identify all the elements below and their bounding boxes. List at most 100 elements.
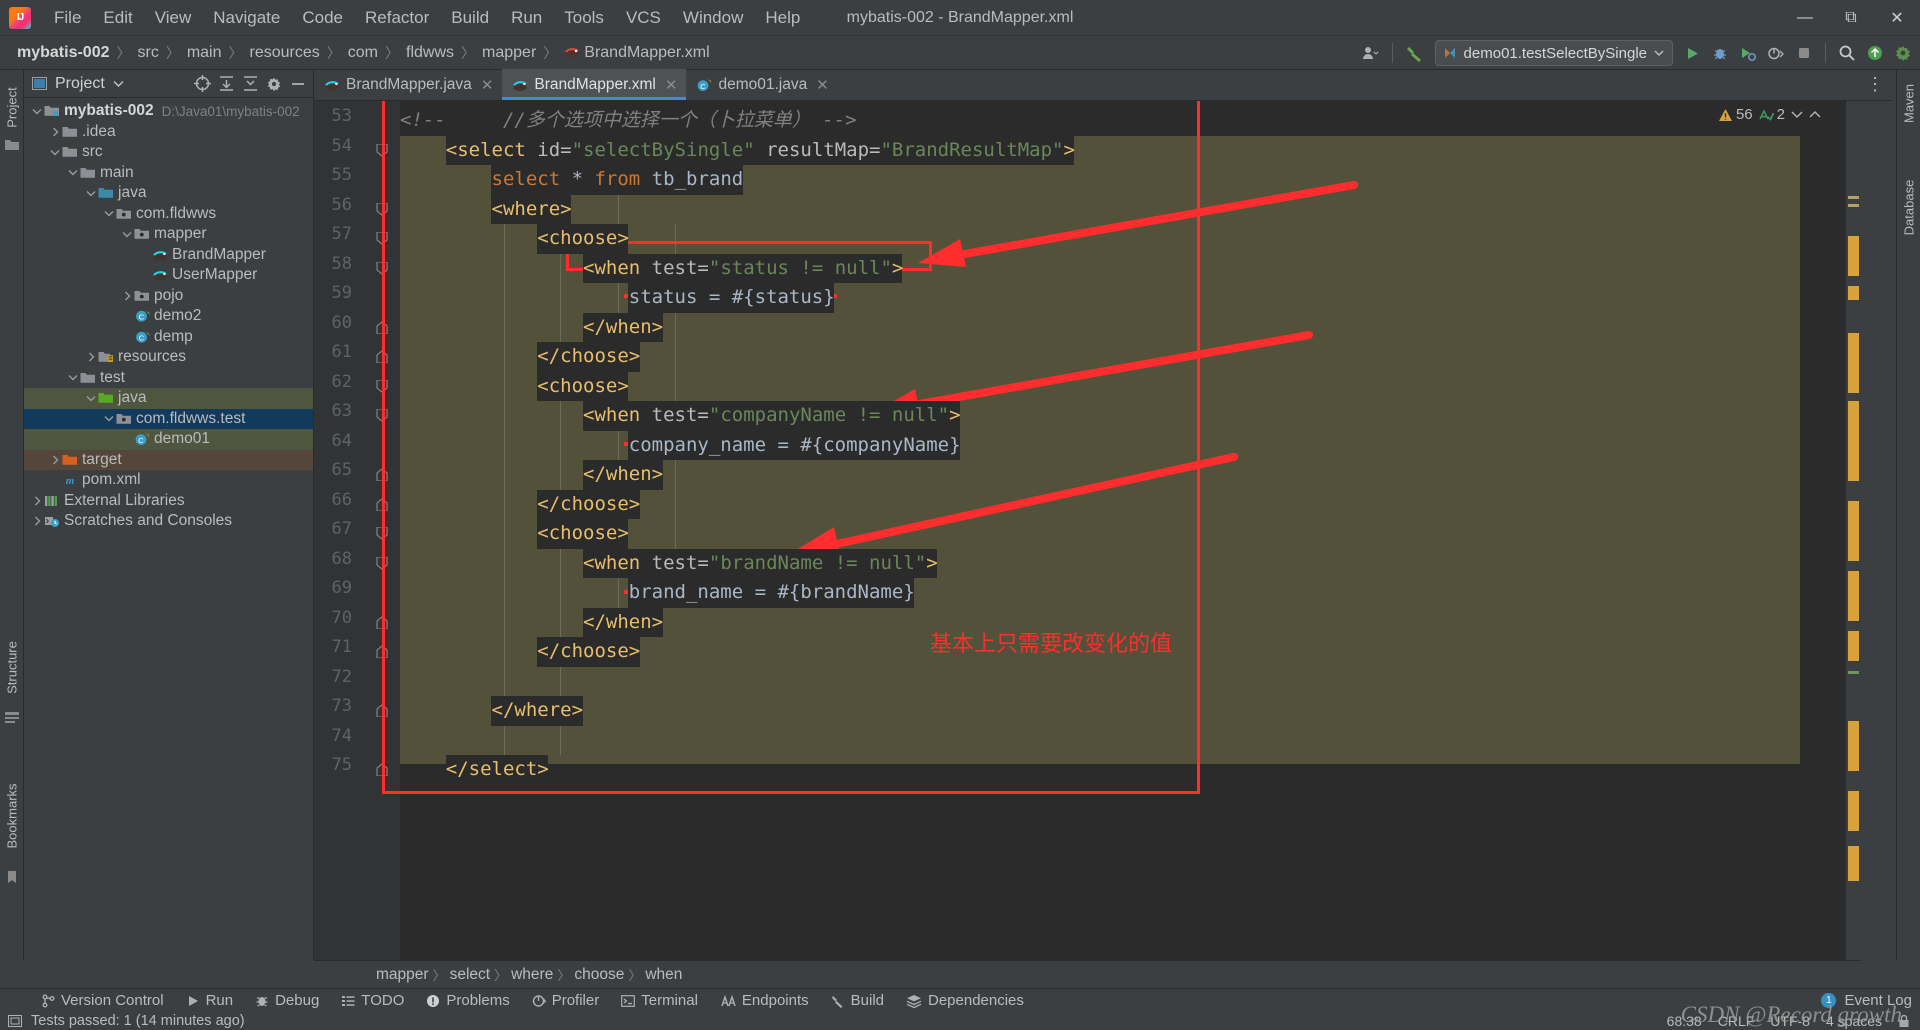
tree-node-demo01[interactable]: Cdemo01 [24, 429, 313, 450]
maximize-button[interactable]: ⧉ [1828, 0, 1874, 36]
chevron-down-icon[interactable] [30, 104, 44, 118]
fold-collapse-icon[interactable] [376, 320, 388, 335]
tool-window-button-dependencies[interactable]: Dependencies [895, 990, 1035, 1012]
bookmark-icon[interactable] [4, 870, 20, 884]
user-account-icon[interactable] [1358, 40, 1384, 66]
gear-icon[interactable] [265, 75, 283, 93]
code-line[interactable]: </select> [400, 755, 549, 785]
menu-item-build[interactable]: Build [440, 5, 500, 31]
marker[interactable] [1848, 196, 1859, 199]
tree-node--idea[interactable]: .idea [24, 122, 313, 143]
editor-tab-demo01-java[interactable]: Cdemo01.java ✕ [686, 69, 837, 100]
marker[interactable] [1848, 721, 1859, 771]
chevron-right-icon[interactable] [48, 453, 62, 467]
menu-item-edit[interactable]: Edit [92, 5, 143, 31]
code-line[interactable]: <where> [400, 195, 572, 225]
fold-expand-icon[interactable] [376, 142, 388, 157]
editor-breadcrumb-select[interactable]: select [446, 966, 495, 984]
tool-window-button-run[interactable]: Run [175, 990, 245, 1012]
code-line[interactable]: </when> [400, 608, 663, 638]
editor-tab-brandmapper-xml[interactable]: BrandMapper.xml ✕ [502, 69, 687, 100]
breadcrumb-item-resources[interactable]: resources [245, 42, 325, 64]
tool-window-button-todo[interactable]: TODO [330, 990, 415, 1012]
code-line[interactable]: <select id="selectBySingle" resultMap="B… [400, 136, 1075, 166]
select-opened-file-button[interactable] [193, 75, 211, 93]
marker[interactable] [1848, 671, 1859, 674]
tree-node-mybatis-002[interactable]: mybatis-002 D:\Java01\mybatis-002 [24, 101, 313, 122]
tree-node-scratches-and-consoles[interactable]: Scratches and Consoles [24, 511, 313, 532]
editor-breadcrumb-choose[interactable]: choose [570, 966, 628, 984]
editor-breadcrumb-when[interactable]: when [641, 966, 686, 984]
editor-breadcrumb-mapper[interactable]: mapper [372, 966, 433, 984]
menu-item-navigate[interactable]: Navigate [202, 5, 291, 31]
editor-tab-brandmapper-java[interactable]: BrandMapper.java ✕ [314, 69, 502, 100]
chevron-right-icon[interactable] [30, 494, 44, 508]
code-line[interactable]: <when test="status != null"> [400, 254, 903, 284]
marker[interactable] [1848, 236, 1859, 276]
menu-item-file[interactable]: File [43, 5, 92, 31]
chevron-down-icon[interactable] [84, 186, 98, 200]
code-line[interactable]: </choose> [400, 637, 640, 667]
tree-node-java[interactable]: java [24, 183, 313, 204]
marker[interactable] [1848, 401, 1859, 481]
menu-item-vcs[interactable]: VCS [615, 5, 672, 31]
menu-item-window[interactable]: Window [672, 5, 754, 31]
fold-expand-icon[interactable] [376, 260, 388, 275]
hammer-build-icon[interactable] [1401, 40, 1429, 66]
debug-button[interactable] [1707, 40, 1733, 66]
code-line[interactable]: select * from tb_brand [400, 165, 744, 195]
tree-node-pojo[interactable]: pojo [24, 286, 313, 307]
code-line[interactable]: <choose> [400, 224, 629, 254]
code-line[interactable]: status = #{status} [400, 283, 835, 313]
tool-window-button-endpoints[interactable]: Endpoints [709, 990, 820, 1012]
code-line[interactable]: <when test="companyName != null"> [400, 401, 961, 431]
tree-node-resources[interactable]: resources [24, 347, 313, 368]
breadcrumb-item-fldwws[interactable]: fldwws [401, 42, 459, 64]
code-line[interactable]: brand_name = #{brandName} [400, 578, 915, 608]
project-folder-icon[interactable] [4, 138, 20, 152]
editor-code-area[interactable]: <!-- //多个选项中选择一个（卜拉菜单） --> <select id="s… [400, 101, 1800, 960]
editor-breadcrumb-where[interactable]: where [507, 966, 557, 984]
fold-expand-icon[interactable] [376, 231, 388, 245]
tool-window-button-debug[interactable]: Debug [244, 990, 330, 1012]
tree-node-com-fldwws-test[interactable]: com.fldwws.test [24, 408, 313, 429]
fold-expand-icon[interactable] [376, 378, 388, 393]
chevron-right-icon[interactable] [30, 514, 44, 528]
fold-collapse-icon[interactable] [376, 704, 388, 718]
chevron-down-icon[interactable] [102, 412, 116, 426]
breadcrumb-item-main[interactable]: main [182, 42, 227, 64]
fold-collapse-icon[interactable] [376, 468, 388, 482]
chevron-up-icon[interactable] [1809, 110, 1821, 119]
chevron-down-icon[interactable] [113, 80, 124, 88]
marker[interactable] [1848, 571, 1859, 621]
strip-structure-label[interactable]: Structure [5, 637, 20, 699]
profiler-button[interactable] [1763, 40, 1789, 66]
marker[interactable] [1848, 501, 1859, 561]
code-line[interactable]: <choose> [400, 372, 629, 402]
fold-collapse-icon[interactable] [376, 615, 388, 630]
close-icon[interactable]: ✕ [665, 76, 678, 94]
tree-node-mapper[interactable]: mapper [24, 224, 313, 245]
fold-expand-icon[interactable] [376, 201, 388, 216]
tree-node-target[interactable]: target [24, 449, 313, 470]
more-options-icon[interactable]: ⋮ [1866, 74, 1886, 95]
code-line[interactable]: company_name = #{companyName} [400, 431, 961, 461]
inspection-widget[interactable]: 56 2 [1718, 106, 1821, 123]
code-line[interactable]: </choose> [400, 490, 640, 520]
strip-bookmarks-label[interactable]: Bookmarks [5, 783, 20, 848]
tree-node-src[interactable]: src [24, 142, 313, 163]
menu-item-view[interactable]: View [144, 5, 203, 31]
close-icon[interactable]: ✕ [816, 76, 829, 94]
stop-button[interactable] [1791, 40, 1817, 66]
commit-icon[interactable] [4, 710, 20, 724]
chevron-down-icon[interactable] [66, 371, 80, 385]
tree-node-demp[interactable]: Cdemp [24, 327, 313, 348]
fold-collapse-icon[interactable] [376, 350, 388, 364]
minimize-button[interactable]: — [1782, 0, 1828, 36]
tree-node-java[interactable]: java [24, 388, 313, 409]
code-line[interactable]: </when> [400, 313, 663, 343]
typo-count[interactable]: 2 [1758, 106, 1785, 123]
chevron-down-icon[interactable] [120, 227, 134, 241]
tree-node-com-fldwws[interactable]: com.fldwws [24, 204, 313, 225]
marker[interactable] [1848, 846, 1859, 881]
